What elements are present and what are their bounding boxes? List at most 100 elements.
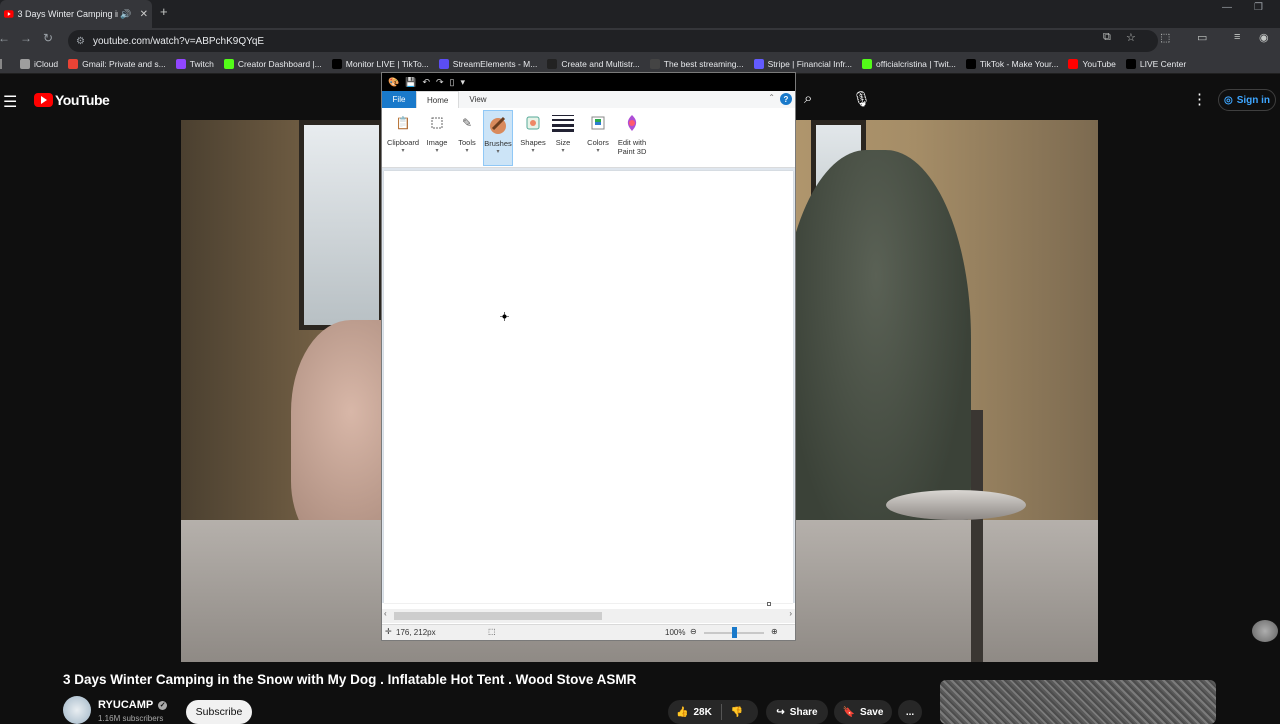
- channel-name-text: RYUCAMP: [98, 699, 154, 711]
- zoom-slider-thumb[interactable]: [732, 627, 737, 638]
- brush-icon: [485, 111, 511, 137]
- bookmark-label: Twitch: [189, 58, 214, 69]
- site-info-icon[interactable]: ⚙: [76, 36, 85, 47]
- install-app-icon[interactable]: ⧉: [1103, 31, 1111, 44]
- bookmark-item[interactable]: iCloud: [20, 58, 58, 69]
- bookmark-item[interactable]: LIVE Center: [1125, 58, 1187, 69]
- bookmark-item[interactable]: Stripe | Financial Infr...: [753, 58, 852, 69]
- share-button[interactable]: ↪ Share: [766, 700, 828, 724]
- bookmark-item[interactable]: officialcristina | Twit...: [862, 58, 956, 69]
- restream-icon: [547, 58, 558, 69]
- channel-name[interactable]: RYUCAMP ✓: [98, 699, 168, 711]
- save-icon[interactable]: 💾: [405, 77, 416, 88]
- browser-tab[interactable]: 3 Days Winter Camping in t 🔊 ✕: [0, 0, 152, 28]
- like-divider: [720, 704, 722, 720]
- tab-file[interactable]: File: [382, 91, 416, 108]
- group-shapes[interactable]: Shapes ▾: [518, 110, 548, 166]
- customize-qat-icon[interactable]: ▾: [460, 77, 465, 88]
- more-actions-button[interactable]: ...: [898, 700, 922, 724]
- minimize-icon[interactable]: —: [1222, 2, 1232, 13]
- canvas-resize-handle[interactable]: [767, 602, 771, 606]
- bookmark-label: LIVE Center: [1139, 58, 1187, 69]
- reading-list-icon[interactable]: ≡: [1234, 31, 1240, 43]
- back-icon[interactable]: ←: [0, 31, 10, 45]
- chevron-down-icon: ▾: [531, 148, 535, 154]
- paint-window: 🎨 💾 ↶ ↷ ▯ ▾ File Home View ⌃ ? 📋 Clipboa…: [381, 72, 796, 641]
- group-brushes[interactable]: Brushes ▾: [483, 110, 513, 166]
- ad-thumbnail[interactable]: [940, 680, 1216, 724]
- horizontal-scrollbar[interactable]: ‹ ›: [382, 609, 795, 623]
- colors-icon: [585, 110, 611, 136]
- youtube-play-icon: [34, 93, 53, 107]
- bookmark-item[interactable]: Gmail: Private and s...: [68, 58, 166, 69]
- group-paint3d[interactable]: Edit with Paint 3D: [614, 110, 650, 166]
- group-clipboard[interactable]: 📋 Clipboard ▾: [385, 110, 421, 166]
- microphone-icon[interactable]: 🎙: [852, 90, 871, 108]
- tab-view[interactable]: View: [459, 91, 496, 108]
- group-label: Tools: [458, 138, 476, 147]
- bookmark-item[interactable]: Twitch: [175, 58, 214, 69]
- zoom-in-icon[interactable]: ⊕: [771, 627, 778, 636]
- youtube-logo[interactable]: YouTube: [34, 92, 110, 108]
- bookmark-label: Creator Dashboard |...: [237, 58, 322, 69]
- chevron-down-icon: ▾: [561, 148, 565, 154]
- kick-icon: [862, 58, 873, 69]
- apps-divider: [0, 58, 8, 69]
- bookmark-item[interactable]: StreamElements - M...: [438, 58, 537, 69]
- stripe-icon: [753, 58, 764, 69]
- search-icon[interactable]: ⌕: [804, 90, 812, 107]
- extensions-icon[interactable]: ⬚: [1160, 31, 1170, 44]
- tab-home[interactable]: Home: [416, 91, 460, 108]
- browser-tab-strip: 3 Days Winter Camping in t 🔊 ✕ + — ❐: [0, 0, 1280, 28]
- group-label: Edit with Paint 3D: [617, 138, 647, 156]
- bookmark-item[interactable]: Create and Multistr...: [547, 58, 640, 69]
- reload-icon[interactable]: ↻: [43, 31, 53, 45]
- profile-icon[interactable]: ◉: [1259, 31, 1269, 44]
- forward-icon[interactable]: →: [20, 31, 32, 45]
- address-bar[interactable]: ⚙ youtube.com/watch?v=ABPchK9QYqE: [68, 30, 1158, 52]
- ribbon-tabs: File Home View ⌃ ?: [382, 91, 795, 108]
- side-panel-icon[interactable]: ▭: [1197, 31, 1207, 44]
- help-icon[interactable]: ?: [780, 93, 792, 105]
- scroll-right-icon[interactable]: ›: [789, 609, 792, 618]
- youtube-icon: [1068, 58, 1079, 69]
- bookmark-item[interactable]: TikTok - Make Your...: [965, 58, 1058, 69]
- tools-icon: ✎: [461, 115, 473, 130]
- subscribe-watermark[interactable]: [1252, 620, 1278, 642]
- bookmark-item[interactable]: Monitor LIVE | TikTo...: [331, 58, 429, 69]
- verified-icon: ✓: [158, 700, 168, 710]
- google-icon: [68, 58, 79, 69]
- group-label: Shapes: [520, 138, 546, 147]
- apple-icon: [20, 58, 30, 69]
- sign-in-button[interactable]: ◎ Sign in: [1218, 89, 1276, 111]
- redo-icon[interactable]: ↷: [436, 77, 444, 88]
- new-file-icon[interactable]: ▯: [450, 77, 455, 88]
- bookmark-item[interactable]: YouTube: [1068, 58, 1116, 69]
- tab-close-icon[interactable]: ✕: [140, 9, 148, 20]
- group-image[interactable]: Image ▾: [423, 110, 451, 166]
- group-tools[interactable]: ✎ Tools ▾: [453, 110, 481, 166]
- bookmark-star-icon[interactable]: ☆: [1126, 31, 1136, 44]
- scrollbar-thumb[interactable]: [394, 612, 602, 620]
- tab-audio-icon[interactable]: 🔊: [120, 9, 131, 20]
- group-size[interactable]: Size ▾: [551, 110, 575, 166]
- tiktok-icon: [331, 58, 342, 69]
- dislike-icon[interactable]: 👎: [731, 707, 743, 718]
- menu-icon[interactable]: ☰: [3, 92, 17, 112]
- subscribe-button[interactable]: Subscribe: [186, 700, 252, 724]
- clipboard-icon: 📋: [395, 115, 411, 130]
- collapse-ribbon-icon[interactable]: ⌃: [768, 93, 775, 102]
- undo-icon[interactable]: ↶: [422, 77, 430, 88]
- scroll-left-icon[interactable]: ‹: [384, 609, 387, 618]
- new-tab-button[interactable]: +: [160, 4, 168, 19]
- group-colors[interactable]: Colors ▾: [585, 110, 611, 166]
- save-button[interactable]: 🔖 Save: [834, 700, 892, 724]
- like-icon[interactable]: 👍: [676, 707, 688, 718]
- restore-icon[interactable]: ❐: [1254, 2, 1263, 13]
- like-count[interactable]: 28K: [693, 707, 711, 718]
- bookmark-item[interactable]: Creator Dashboard |...: [223, 58, 322, 69]
- bookmark-item[interactable]: The best streaming...: [649, 58, 744, 69]
- zoom-out-icon[interactable]: ⊖: [690, 627, 697, 636]
- drawing-canvas[interactable]: [384, 171, 793, 603]
- more-vert-icon[interactable]: ⋮: [1192, 90, 1207, 108]
